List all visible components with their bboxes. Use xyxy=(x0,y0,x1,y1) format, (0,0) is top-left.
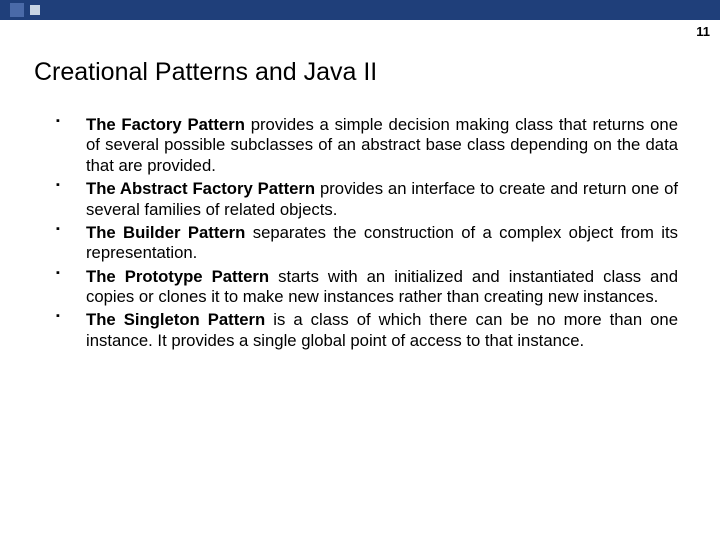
list-item: The Abstract Factory Pattern provides an… xyxy=(56,179,678,220)
list-item: The Factory Pattern provides a simple de… xyxy=(56,115,678,176)
pattern-name: The Factory Pattern xyxy=(86,115,245,134)
pattern-name: The Builder Pattern xyxy=(86,223,245,242)
list-item: The Singleton Pattern is a class of whic… xyxy=(56,310,678,351)
decorative-square-small xyxy=(30,5,40,15)
page-number: 11 xyxy=(696,24,710,39)
pattern-name: The Prototype Pattern xyxy=(86,267,269,286)
decorative-square-large xyxy=(10,3,24,17)
list-item: The Prototype Pattern starts with an ini… xyxy=(56,267,678,308)
slide-top-bar xyxy=(0,0,720,20)
slide-title: Creational Patterns and Java II xyxy=(34,58,720,87)
bullet-list: The Factory Pattern provides a simple de… xyxy=(56,115,678,351)
pattern-name: The Singleton Pattern xyxy=(86,310,265,329)
list-item: The Builder Pattern separates the constr… xyxy=(56,223,678,264)
pattern-name: The Abstract Factory Pattern xyxy=(86,179,315,198)
